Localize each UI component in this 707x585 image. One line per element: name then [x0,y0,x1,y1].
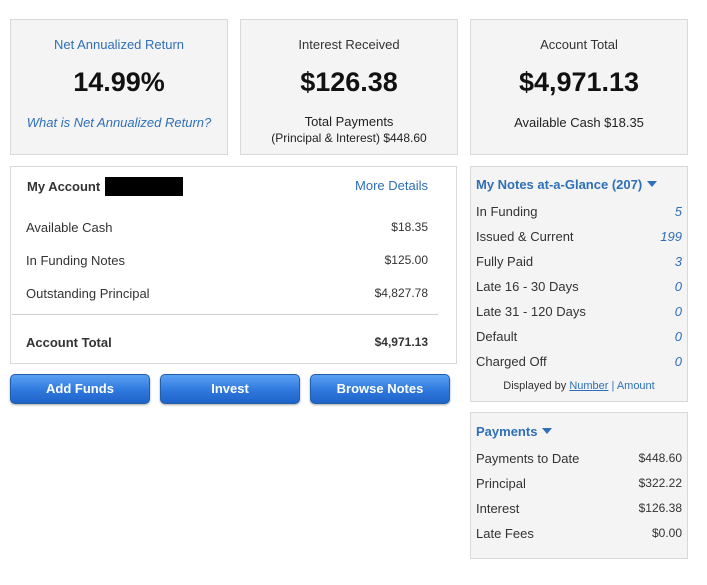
notes-row-label: Late 16 - 30 Days [476,279,579,294]
display-by-number-link[interactable]: Number [569,380,608,392]
my-account-title: My Account [27,179,101,194]
account-row: In Funding Notes $125.00 [26,253,428,268]
payments-row: Principal $322.22 [476,476,682,491]
net-annualized-return-value: 14.99% [73,67,165,97]
payments-row-label: Payments to Date [476,451,580,466]
display-by-amount-link[interactable]: Amount [617,380,655,392]
account-total-value: $4,971.13 [518,67,640,97]
total-payments-value: (Principal & Interest) $448.60 [271,131,427,145]
account-row: Outstanding Principal $4,827.78 [26,286,428,301]
more-details-link[interactable]: More Details [355,178,428,193]
notes-row-count[interactable]: 0 [675,329,682,344]
payments-title[interactable]: Payments [476,424,553,439]
invest-button[interactable]: Invest [160,374,300,404]
payments-row-value: $448.60 [638,451,682,465]
what-is-nar-link[interactable]: What is Net Annualized Return? [11,115,227,131]
account-row: Available Cash $18.35 [26,220,428,235]
notes-row-label: Default [476,329,518,344]
my-account-panel: My Account More Details Available Cash $… [10,166,457,364]
account-total-card: Account Total $4,971.13 Available Cash $… [470,19,688,155]
notes-row: Late 16 - 30 Days 0 [476,279,682,294]
redacted-account-id [105,177,183,196]
payments-title-text: Payments [476,424,538,439]
dropdown-arrow-icon [647,181,658,187]
notes-row-count[interactable]: 3 [675,254,682,269]
account-row-label: Available Cash [26,220,113,235]
notes-row-count[interactable]: 0 [675,354,682,369]
account-total-label: Account Total [540,37,618,52]
interest-received-value: $126.38 [300,67,398,97]
payments-row-value: $0.00 [651,526,682,540]
account-row-value: $4,827.78 [374,286,428,300]
notes-row-label: Late 31 - 120 Days [476,304,586,319]
displayed-by-label: Displayed by [503,380,567,392]
payments-row: Late Fees $0.00 [476,526,682,541]
account-divider [12,314,438,315]
notes-row-count[interactable]: 0 [675,279,682,294]
payments-row: Interest $126.38 [476,501,682,516]
notes-row: Issued & Current 199 [476,229,682,244]
notes-row: In Funding 5 [476,204,682,219]
notes-row-label: Issued & Current [476,229,574,244]
dropdown-arrow-icon [542,428,553,434]
payments-row-label: Principal [476,476,526,491]
payments-row-label: Late Fees [476,526,534,541]
total-payments-label: Total Payments [304,114,394,129]
account-row-value: $125.00 [384,253,428,267]
notes-row: Fully Paid 3 [476,254,682,269]
display-toggle: Displayed by Number | Amount [471,380,687,392]
notes-row-count[interactable]: 0 [675,304,682,319]
payments-row-label: Interest [476,501,520,516]
net-annualized-return-label: Net Annualized Return [53,37,185,52]
add-funds-button[interactable]: Add Funds [10,374,150,404]
notes-glance-title[interactable]: My Notes at-a-Glance (207) [476,177,658,192]
payments-row: Payments to Date $448.60 [476,451,682,466]
account-row-label: Outstanding Principal [26,286,150,301]
notes-row: Late 31 - 120 Days 0 [476,304,682,319]
browse-notes-button[interactable]: Browse Notes [310,374,450,404]
notes-glance-title-text: My Notes at-a-Glance (207) [476,177,643,192]
notes-row: Charged Off 0 [476,354,682,369]
display-separator: | [611,380,615,392]
notes-row-label: Fully Paid [476,254,534,269]
notes-row: Default 0 [476,329,682,344]
payments-row-value: $322.22 [638,476,682,490]
net-annualized-return-card: Net Annualized Return 14.99% What is Net… [10,19,228,155]
notes-row-label: In Funding [476,204,538,219]
account-total-row: Account Total $4,971.13 [26,335,428,350]
notes-row-label: Charged Off [476,354,547,369]
payments-row-value: $126.38 [638,501,682,515]
account-total-row-value: $4,971.13 [374,335,428,349]
account-row-label: In Funding Notes [26,253,126,268]
notes-row-count[interactable]: 199 [660,229,682,244]
notes-row-count[interactable]: 5 [675,204,682,219]
account-total-row-label: Account Total [26,335,112,350]
interest-received-card: Interest Received $126.38 Total Payments… [240,19,458,155]
payments-panel: Payments Payments to Date $448.60 Princi… [470,412,688,559]
account-row-value: $18.35 [391,220,428,234]
notes-at-a-glance-panel: My Notes at-a-Glance (207) In Funding 5 … [470,166,688,402]
interest-received-label: Interest Received [298,37,400,52]
available-cash-summary: Available Cash $18.35 [514,115,644,130]
